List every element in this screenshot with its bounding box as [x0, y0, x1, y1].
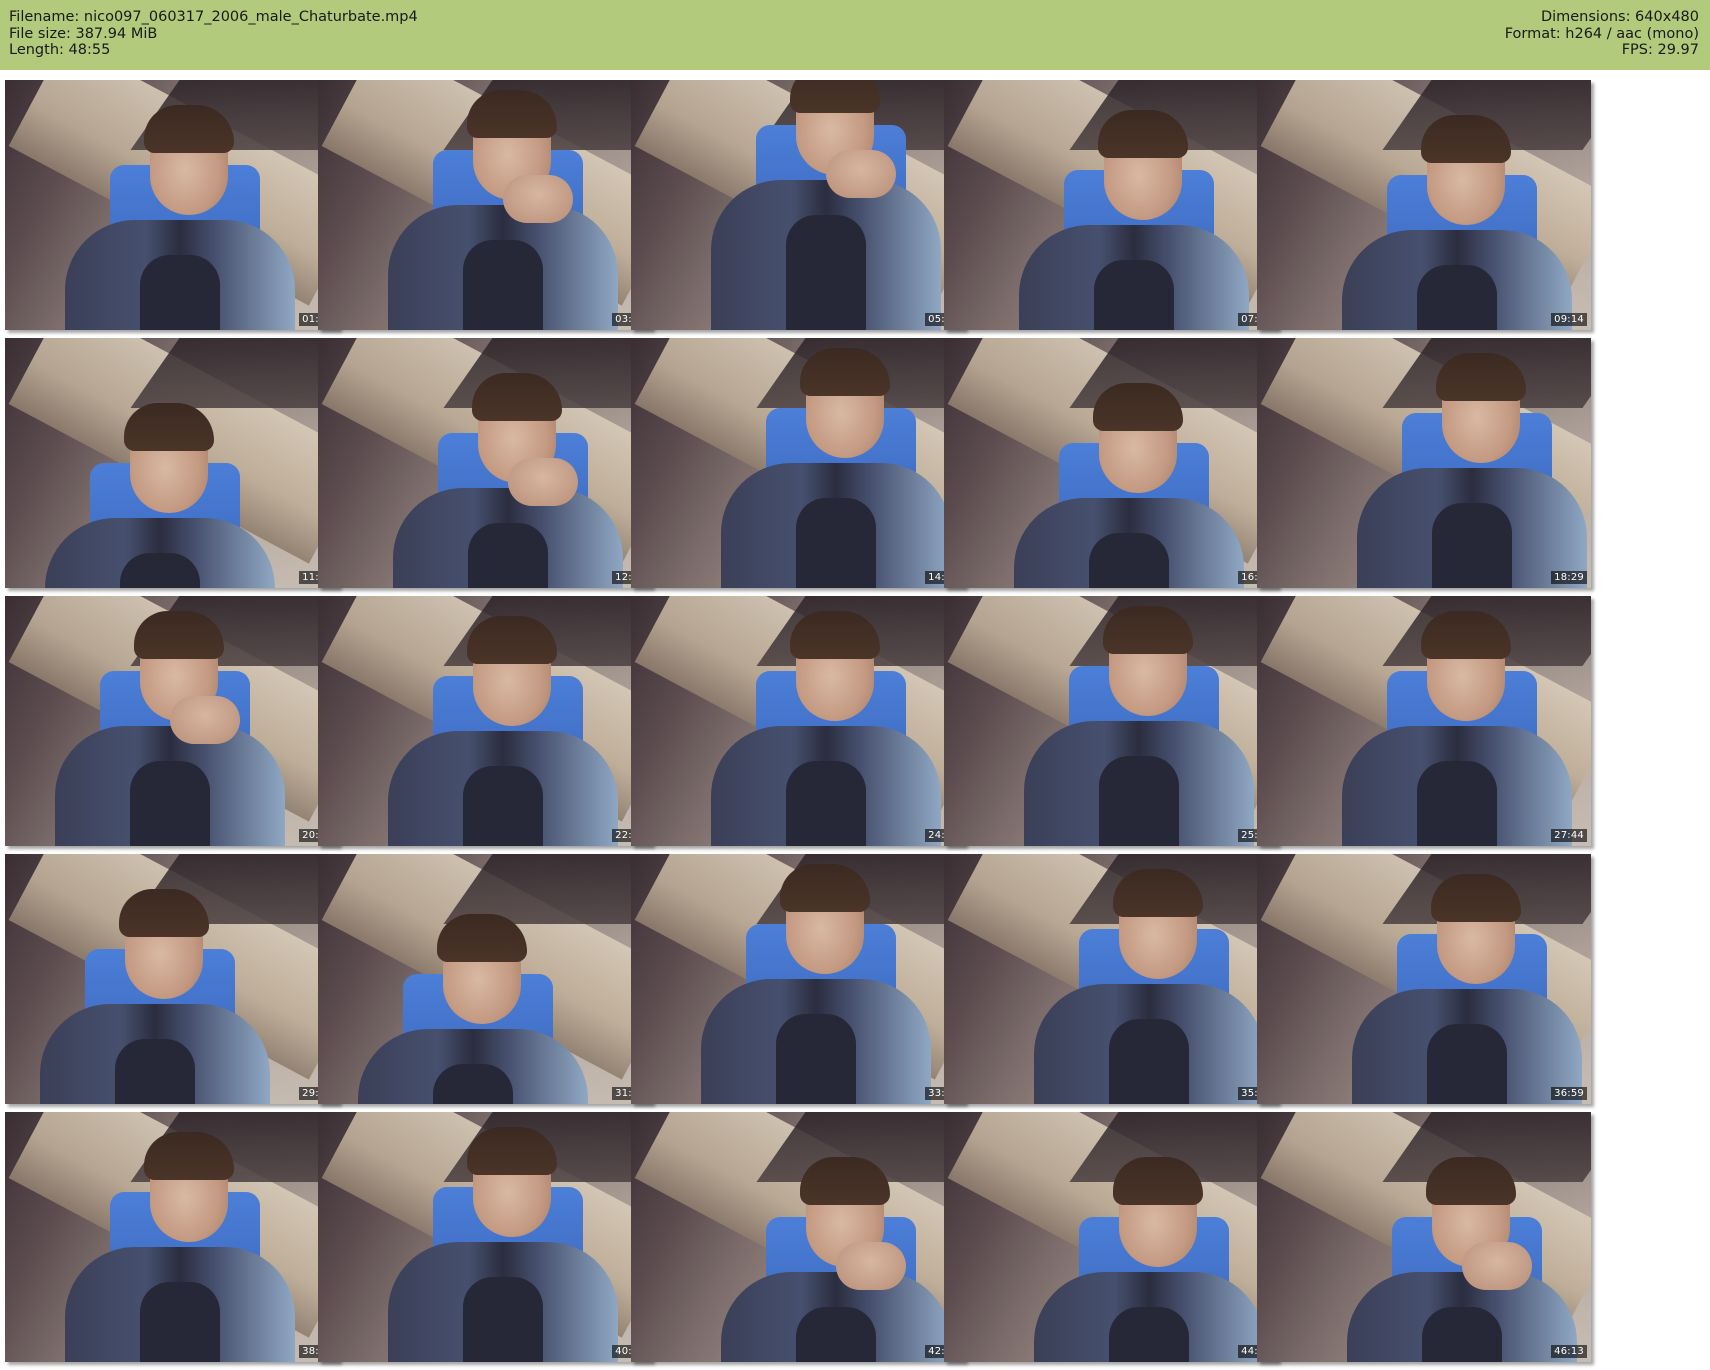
hand-image — [826, 150, 896, 198]
shirt-image — [1427, 1024, 1507, 1104]
video-thumbnail[interactable]: 42:32 — [631, 1112, 965, 1362]
video-thumbnail[interactable]: 05:32 — [631, 80, 965, 330]
shirt-image — [130, 761, 210, 846]
shirt-image — [1432, 503, 1512, 588]
shirt-image — [433, 1064, 513, 1104]
video-thumbnail[interactable]: 14:47 — [631, 338, 965, 588]
shirt-image — [776, 1014, 856, 1104]
shirt-image — [115, 1039, 195, 1104]
timestamp-label: 36:59 — [1551, 1087, 1587, 1100]
shirt-image — [1109, 1307, 1189, 1362]
shirt-image — [463, 240, 543, 330]
shirt-image — [786, 215, 866, 330]
thumbnail-grid: 01:5003:4105:3207:23 09:14 11:0512:5614:47… — [0, 0, 1710, 1370]
video-thumbnail[interactable]: 03:41 — [318, 80, 652, 330]
shirt-image — [1417, 761, 1497, 846]
hair-image — [790, 80, 880, 113]
video-thumbnail[interactable]: 25:53 — [944, 596, 1278, 846]
video-thumbnail[interactable]: 44:23 — [944, 1112, 1278, 1362]
video-thumbnail[interactable]: 20:20 — [5, 596, 339, 846]
shirt-image — [1099, 756, 1179, 846]
video-thumbnail[interactable]: 27:44 — [1257, 596, 1591, 846]
shirt-image — [1109, 1019, 1189, 1104]
video-thumbnail[interactable]: 24:02 — [631, 596, 965, 846]
shirt-image — [120, 553, 200, 588]
video-thumbnail[interactable]: 12:56 — [318, 338, 652, 588]
video-thumbnail[interactable]: 31:26 — [318, 854, 652, 1104]
hand-image — [503, 175, 573, 223]
shirt-image — [1089, 533, 1169, 588]
video-thumbnail[interactable]: 35:08 — [944, 854, 1278, 1104]
shirt-image — [463, 766, 543, 846]
timestamp-label: 27:44 — [1551, 829, 1587, 842]
hand-image — [1462, 1242, 1532, 1290]
shirt-image — [140, 255, 220, 330]
video-thumbnail[interactable]: 36:59 — [1257, 854, 1591, 1104]
shirt-image — [1094, 260, 1174, 330]
video-thumbnail[interactable]: 07:23 — [944, 80, 1278, 330]
video-thumbnail[interactable]: 01:50 — [5, 80, 339, 330]
timestamp-label: 09:14 — [1551, 313, 1587, 326]
hand-image — [508, 458, 578, 506]
video-thumbnail[interactable]: 18:29 — [1257, 338, 1591, 588]
shirt-image — [468, 523, 548, 588]
hand-image — [836, 1242, 906, 1290]
video-thumbnail[interactable]: 16:38 — [944, 338, 1278, 588]
shirt-image — [786, 761, 866, 846]
video-thumbnail[interactable]: 22:11 — [318, 596, 652, 846]
shirt-image — [140, 1282, 220, 1362]
shirt-image — [796, 498, 876, 588]
shirt-image — [1422, 1307, 1502, 1362]
shirt-image — [463, 1277, 543, 1362]
timestamp-label: 46:13 — [1551, 1345, 1587, 1358]
timestamp-label: 18:29 — [1551, 571, 1587, 584]
video-thumbnail[interactable]: 38:50 — [5, 1112, 339, 1362]
video-thumbnail[interactable]: 33:17 — [631, 854, 965, 1104]
video-thumbnail[interactable]: 46:13 — [1257, 1112, 1591, 1362]
video-thumbnail[interactable]: 40:41 — [318, 1112, 652, 1362]
shirt-image — [1417, 265, 1497, 330]
video-thumbnail[interactable]: 11:05 — [5, 338, 339, 588]
hand-image — [170, 696, 240, 744]
video-thumbnail[interactable]: 09:14 — [1257, 80, 1591, 330]
shirt-image — [796, 1307, 876, 1362]
video-thumbnail[interactable]: 29:35 — [5, 854, 339, 1104]
